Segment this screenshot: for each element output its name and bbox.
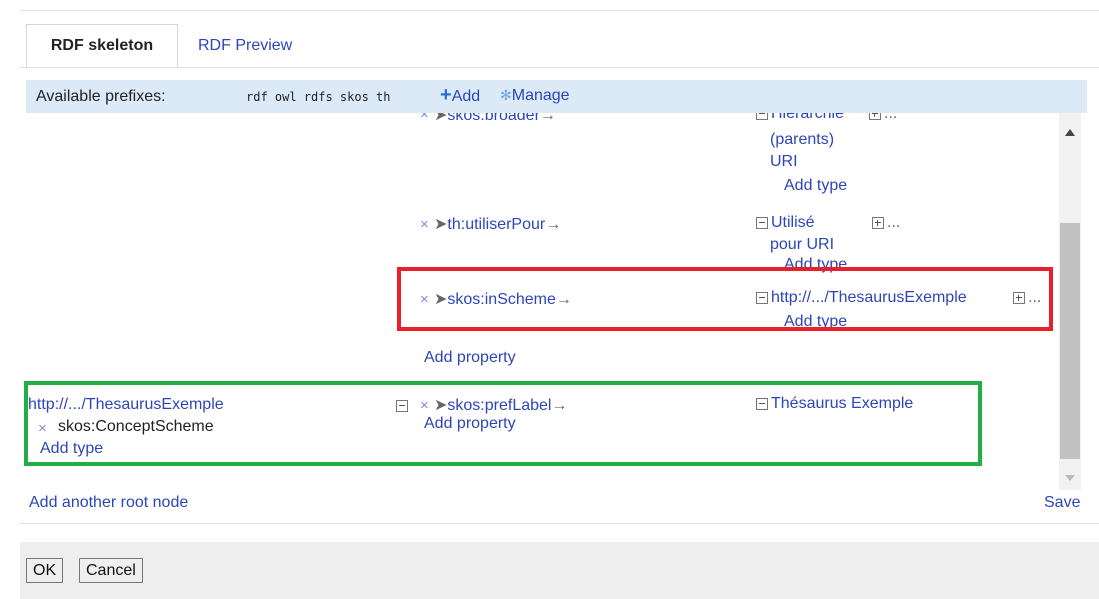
tab-divider [20,67,1099,68]
remove-property-icon[interactable]: × [420,216,429,233]
scroll-down-arrow-icon[interactable] [1065,475,1075,481]
ok-button[interactable]: OK [26,558,64,583]
expand-node-icon[interactable]: ... [869,113,897,123]
target-utilise-line2[interactable]: pour URI [770,236,834,254]
target-hierarchie-line2[interactable]: (parents) [770,131,834,149]
frame-top-border [20,10,1099,11]
add-property-link[interactable]: Add property [424,349,516,367]
gear-icon: ✻ [500,87,512,103]
property-th-utiliserpour[interactable]: ➤th:utiliserPour→ [434,214,561,234]
skeleton-scroll-pane[interactable]: × ➤skos:broader→ Hierarchie ... (parents… [20,113,1087,490]
prefix-bar: Available prefixes: rdf owl rdfs skos th… [26,80,1087,113]
expand-node-icon[interactable]: ... [872,214,900,232]
highlight-red-box [397,267,1053,331]
scroll-thumb[interactable] [1060,223,1080,459]
scroll-up-arrow-icon[interactable] [1065,129,1075,136]
property-skos-broader[interactable]: ➤skos:broader→ [434,113,556,125]
manage-prefix-link[interactable]: ✻Manage [500,87,570,105]
tab-rdf-preview[interactable]: RDF Preview [188,24,302,67]
target-hierarchie[interactable]: Hierarchie [756,113,844,123]
add-prefix-label: Add [451,88,481,105]
tab-rdf-skeleton[interactable]: RDF skeleton [26,24,178,67]
dialog-footer [20,542,1099,599]
collapse-icon[interactable] [756,113,768,120]
divider [20,523,1099,524]
prefix-list: rdf owl rdfs skos th [246,90,391,104]
add-root-node-link[interactable]: Add another root node [29,494,188,512]
save-link[interactable]: Save [1044,494,1080,512]
add-prefix-link[interactable]: +Add [440,84,481,106]
vertical-scrollbar[interactable] [1059,113,1081,490]
collapse-icon[interactable] [756,216,768,229]
manage-prefix-label: Manage [511,87,570,104]
remove-property-icon[interactable]: × [420,113,429,123]
cancel-button[interactable]: Cancel [79,558,143,583]
highlight-green-box [24,381,982,466]
prefix-label: Available prefixes: [36,88,166,105]
plus-icon: + [440,84,452,106]
target-utilise[interactable]: Utilisé [756,214,815,232]
add-type-link[interactable]: Add type [784,177,847,195]
target-hierarchie-line3[interactable]: URI [770,153,798,171]
